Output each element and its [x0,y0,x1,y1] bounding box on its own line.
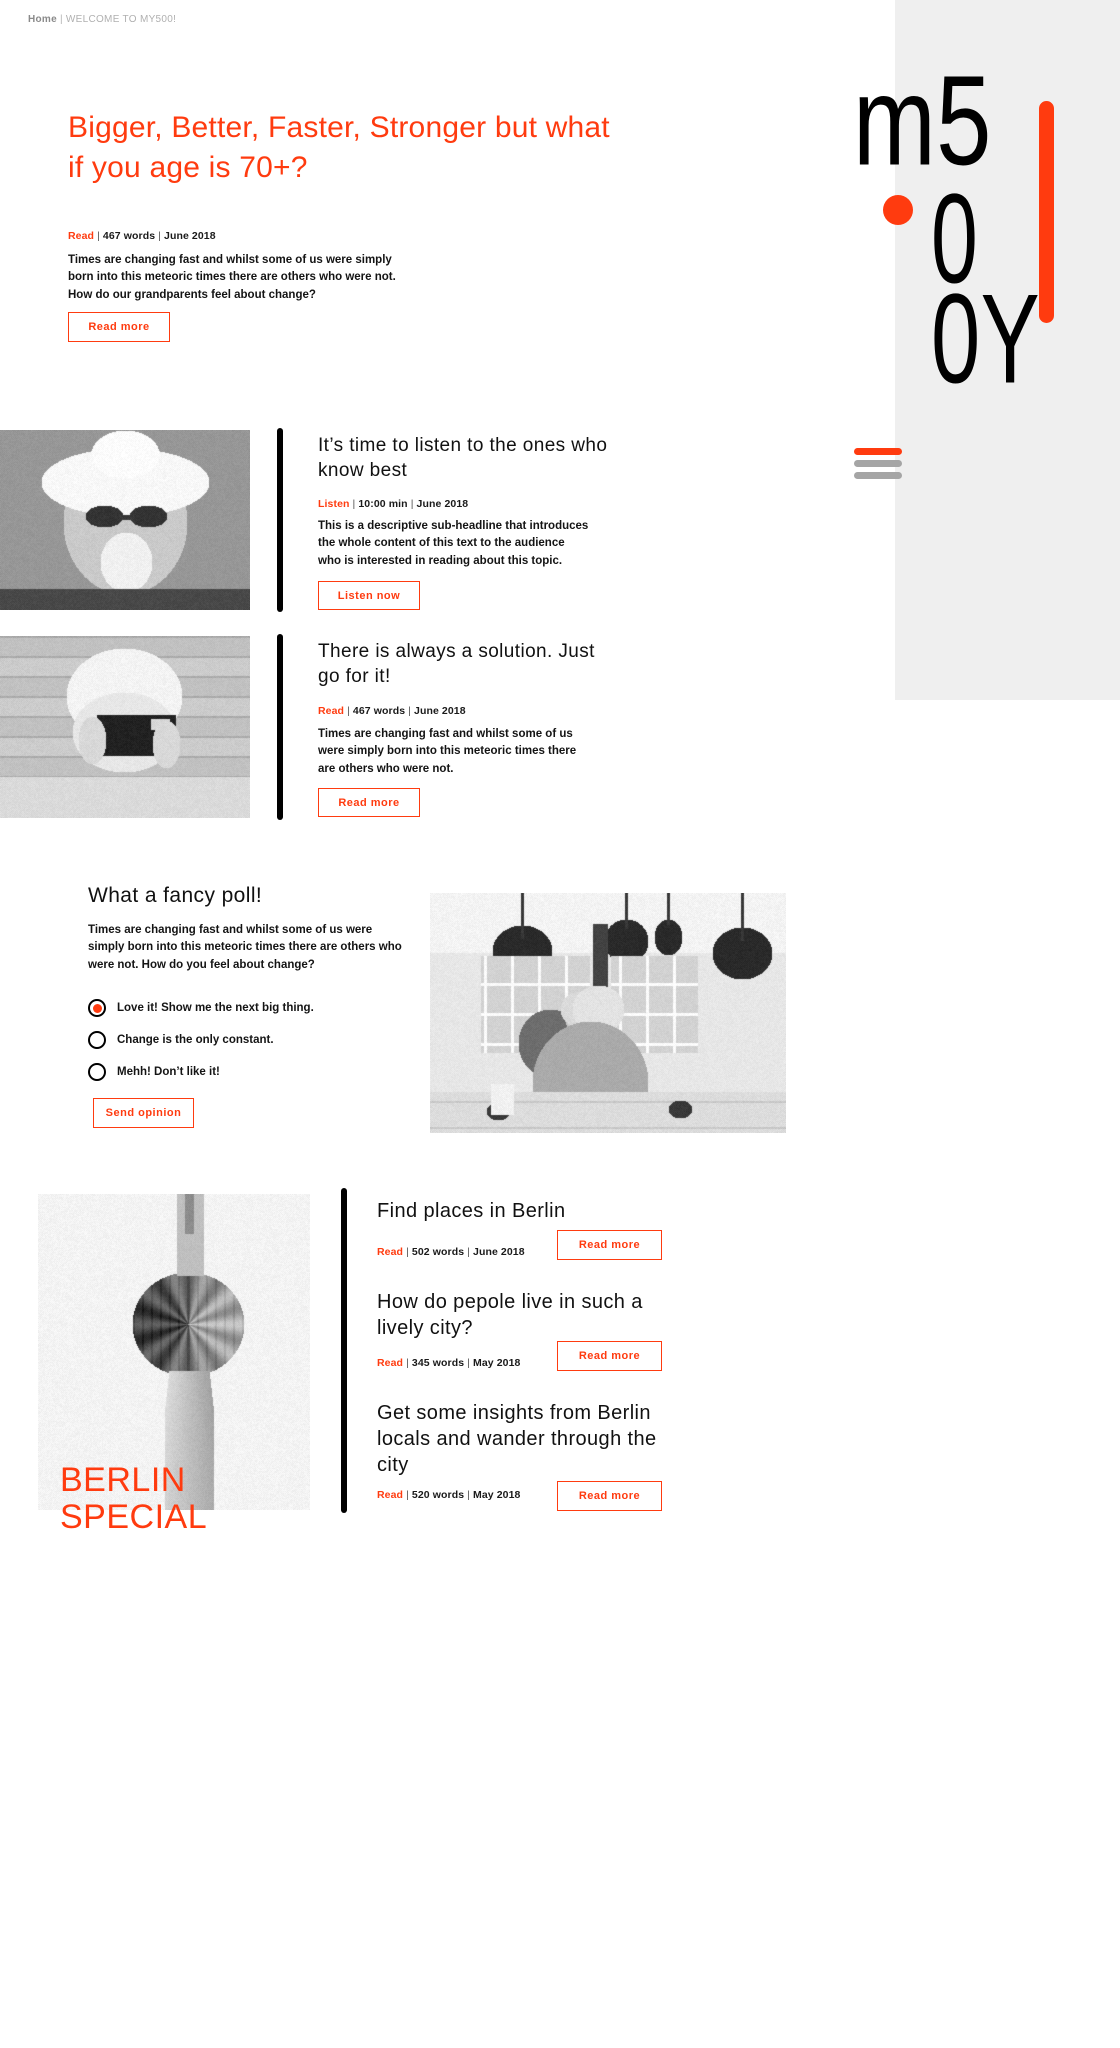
hero-meta-date: June 2018 [164,230,216,242]
article-1-image [0,430,250,610]
article-1-title: It’s time to listen to the ones who know… [318,435,608,481]
article-2-meta-sep-2: | [408,705,411,717]
berlin-item-3-read-more-button[interactable]: Read more [557,1481,662,1511]
article-1-meta-sep-1: | [352,498,356,510]
article-1-meta-kind[interactable]: Listen [318,498,350,510]
article-1-meta-sep-2: | [410,498,414,510]
berlin-item-3-meta-length: 520 words [411,1489,465,1501]
breadcrumb-current: WELCOME TO MY500! [65,14,177,25]
poll-option-1-label: Love it! Show me the next big thing. [117,1002,314,1014]
berlin-overlay-line-1: BERLIN [60,1461,186,1499]
hero-meta-length: 467 words [102,230,156,242]
poll-option-1[interactable]: Love it! Show me the next big thing. [88,992,314,1024]
article-2-image [0,636,250,818]
orange-dot-icon [883,195,913,225]
article-1-meta-date: June 2018 [416,498,469,510]
article-1-meta: Listen | 10:00 min | June 2018 [318,498,468,510]
poll-question: Times are changing fast and whilst some … [88,924,402,971]
article-2-body-copy: Times are changing fast and whilst some … [318,728,577,775]
berlin-item-1-meta-sep-2: | [467,1246,470,1258]
poll-option-2[interactable]: Change is the only constant. [88,1024,314,1056]
berlin-item-3-title: Get some insights from Berlin locals and… [377,1402,657,1476]
article-1-listen-now-button[interactable]: Listen now [318,581,420,610]
berlin-item-1-meta-kind[interactable]: Read [377,1246,403,1258]
logo-line-zero-y: 0Y [931,266,1040,410]
radio-icon-3[interactable] [88,1063,106,1081]
article-2-meta-length: 467 words [352,705,406,717]
breadcrumb: Home | WELCOME TO MY500! [28,14,176,25]
hamburger-menu-icon[interactable] [854,448,902,482]
berlin-item-2-meta-kind[interactable]: Read [377,1357,403,1369]
hamburger-bar-bottom [854,472,902,479]
berlin-item-2-meta-sep-2: | [467,1357,470,1369]
orange-bar-icon [1039,101,1054,323]
berlin-item-1-meta-length: 502 words [411,1246,465,1258]
article-1-meta-length: 10:00 min [358,498,408,510]
berlin-item-3-meta-sep-1: | [406,1489,409,1501]
hamburger-bar-middle [854,460,902,467]
berlin-item-1-read-more-button[interactable]: Read more [557,1230,662,1260]
berlin-item-1-meta: Read | 502 words | June 2018 [377,1246,525,1258]
poll-option-3[interactable]: Mehh! Don’t like it! [88,1056,314,1088]
berlin-item-2-meta-length: 345 words [411,1357,465,1369]
hamburger-bar-top [854,448,902,455]
hero-title: Bigger, Better, Faster, Stronger but wha… [68,111,610,184]
article-1-accent-rule [277,428,283,612]
article-2-meta-sep-1: | [347,705,350,717]
poll-option-3-label: Mehh! Don’t like it! [117,1066,220,1078]
berlin-item-1-title: Find places in Berlin [377,1200,566,1222]
hero-meta: Read | 467 words | June 2018 [68,230,216,242]
article-2-read-more-button[interactable]: Read more [318,788,420,817]
radio-dot-1 [92,1003,102,1013]
berlin-item-2-title: How do pepole live in such a lively city… [377,1291,643,1339]
brand-panel: m5 0 0Y [853,0,1120,700]
berlin-item-2-read-more-button[interactable]: Read more [557,1341,662,1371]
poll-title: What a fancy poll! [88,884,263,907]
berlin-item-2-meta-sep-1: | [406,1357,409,1369]
berlin-accent-rule [341,1188,347,1513]
brand-logo[interactable]: m5 0 0Y [853,48,1093,402]
logo-line-m5: m5 [853,48,992,192]
poll-option-2-label: Change is the only constant. [117,1034,274,1046]
article-2-meta-date: June 2018 [414,705,466,717]
hero-meta-sep-2: | [158,230,161,242]
berlin-item-3-meta-date: May 2018 [473,1489,521,1501]
berlin-item-3-meta-kind[interactable]: Read [377,1489,403,1501]
berlin-item-2-meta-date: May 2018 [473,1357,521,1369]
berlin-item-2-meta: Read | 345 words | May 2018 [377,1357,521,1369]
poll-options: Love it! Show me the next big thing. Cha… [88,992,314,1088]
breadcrumb-link-home[interactable]: Home [28,14,57,25]
article-1-body-copy: This is a descriptive sub-headline that … [318,520,589,567]
berlin-item-1-meta-sep-1: | [406,1246,409,1258]
berlin-item-3-meta: Read | 520 words | May 2018 [377,1489,521,1501]
berlin-item-1-meta-date: June 2018 [473,1246,525,1258]
berlin-overlay-line-2: SPECIAL [60,1497,208,1536]
berlin-special-overlay: BERLIN SPECIAL [60,1462,360,1535]
hero-meta-sep-1: | [97,230,100,242]
radio-icon-1[interactable] [88,999,106,1017]
berlin-item-3-meta-sep-2: | [467,1489,470,1501]
radio-dot-3 [93,1068,102,1077]
hero-meta-kind[interactable]: Read [68,230,94,242]
article-2-meta-kind[interactable]: Read [318,705,344,717]
poll-image [430,893,786,1133]
article-2-accent-rule [277,634,283,820]
poll-send-opinion-button[interactable]: Send opinion [93,1098,194,1128]
hero-body-copy: Times are changing fast and whilst some … [68,254,396,301]
article-2-title: There is always a solution. Just go for … [318,641,595,687]
hero-read-more-button[interactable]: Read more [68,312,170,342]
radio-icon-2[interactable] [88,1031,106,1049]
article-2-meta: Read | 467 words | June 2018 [318,705,466,717]
breadcrumb-separator: | [59,14,63,25]
radio-dot-2 [93,1036,102,1045]
